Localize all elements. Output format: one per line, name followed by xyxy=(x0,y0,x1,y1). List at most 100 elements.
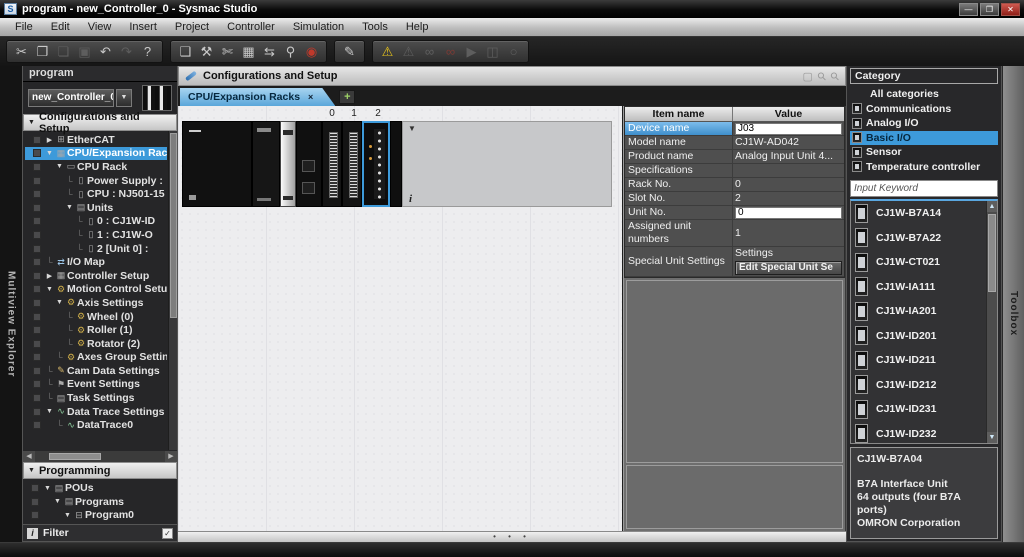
zoom-out-icon[interactable]: ⚲ xyxy=(828,69,843,84)
power-supply-unit[interactable] xyxy=(182,121,252,207)
undo-icon[interactable]: ↶ xyxy=(95,41,116,62)
category-sensor[interactable]: Sensor xyxy=(850,145,998,160)
edit-special-unit-settings-button[interactable]: Edit Special Unit Se xyxy=(735,261,842,275)
cut-icon[interactable]: ✂ xyxy=(11,41,32,62)
property-row-specifications[interactable]: Specifications xyxy=(625,164,844,178)
scrollbar-thumb[interactable] xyxy=(170,133,177,318)
property-row-product-name[interactable]: Product nameAnalog Input Unit 4... xyxy=(625,150,844,164)
collapse-arrow-icon[interactable]: ▼ xyxy=(44,150,55,157)
tree-item-program0[interactable]: ▼⊟Program0 xyxy=(23,508,177,522)
collapse-arrow-icon[interactable]: ▼ xyxy=(54,163,65,170)
module-cj1w-ct021[interactable]: CJ1W-CT021 xyxy=(851,250,985,275)
tree-item-roller-1[interactable]: └⚙Roller (1) xyxy=(25,323,167,337)
module-cj1w-b7a14[interactable]: CJ1W-B7A14 xyxy=(851,201,985,226)
tree-item-datatrace0[interactable]: └∿DataTrace0 xyxy=(25,418,167,432)
search-icon[interactable]: ⚲ xyxy=(280,41,301,62)
module-list-scrollbar[interactable]: ▲ ▼ xyxy=(986,201,997,443)
tree-horizontal-scrollbar[interactable]: ◀ ▶ xyxy=(23,451,177,462)
tree-item-cpu-expansion-racks[interactable]: ▼▦CPU/Expansion Racks xyxy=(25,147,167,161)
section-programming[interactable]: ▼ Programming xyxy=(23,462,177,479)
minimize-button[interactable]: — xyxy=(959,3,978,16)
tree-item-cpu-rack[interactable]: ▼▭CPU Rack xyxy=(25,160,167,174)
collapse-arrow-icon[interactable]: ▼ xyxy=(44,408,55,415)
tree-item-axes-group-settin[interactable]: └⚙Axes Group Settin xyxy=(25,351,167,365)
scroll-right-icon[interactable]: ▶ xyxy=(165,451,177,462)
controller-selector[interactable]: new_Controller_0 xyxy=(28,89,114,107)
collapse-arrow-icon[interactable]: ▼ xyxy=(42,485,53,492)
scroll-up-icon[interactable]: ▲ xyxy=(987,201,997,212)
property-row-slot-no[interactable]: Slot No.2 xyxy=(625,192,844,206)
filter-edit-icon[interactable]: ✓ xyxy=(162,528,173,539)
export-icon[interactable]: ❑ xyxy=(175,41,196,62)
module-cj1w-id212[interactable]: CJ1W-ID212 xyxy=(851,373,985,398)
property-row-special-unit-settings[interactable]: Special Unit SettingsSettingsEdit Specia… xyxy=(625,247,844,277)
property-row-unit-no[interactable]: Unit No. xyxy=(625,206,844,220)
scroll-left-icon[interactable]: ◀ xyxy=(23,451,35,462)
tree-item-1-cj1w-o[interactable]: └▯1 : CJ1W-O xyxy=(25,228,167,242)
collapse-arrow-icon[interactable]: ▼ xyxy=(62,512,73,519)
edit-unit-icon[interactable]: ✎ xyxy=(339,41,360,62)
fit-view-icon[interactable]: ▢ xyxy=(802,70,812,83)
simulation-stop-icon[interactable]: ○ xyxy=(503,41,524,62)
module-cj1w-id231[interactable]: CJ1W-ID231 xyxy=(851,397,985,422)
tree-item-motion-control-setup[interactable]: ▼⚙Motion Control Setup xyxy=(25,283,167,297)
serial-comm-icon[interactable]: ⇆ xyxy=(259,41,280,62)
paste-icon[interactable]: ❏ xyxy=(53,41,74,62)
controller-selector-arrow-icon[interactable]: ▼ xyxy=(116,89,132,107)
unit-slot-1[interactable] xyxy=(342,121,362,207)
tree-item-ethercat[interactable]: ▶⊞EtherCAT xyxy=(25,133,167,147)
io-unit-ports[interactable] xyxy=(296,121,322,207)
module-cj1w-id232[interactable]: CJ1W-ID232 xyxy=(851,422,985,444)
tree-item-rotator-2[interactable]: └⚙Rotator (2) xyxy=(25,337,167,351)
scrollbar-thumb[interactable] xyxy=(49,453,101,460)
keyword-search-input[interactable] xyxy=(850,180,998,197)
collapse-arrow-icon[interactable]: ▼ xyxy=(44,286,55,293)
tree-item-power-supply[interactable]: └▯Power Supply : xyxy=(25,174,167,188)
add-tab-button[interactable]: + xyxy=(339,90,355,104)
tree-item-programs[interactable]: ▼▤Programs xyxy=(23,495,177,509)
collapse-arrow-icon[interactable]: ▼ xyxy=(52,498,63,505)
variable-icon[interactable]: ✄ xyxy=(217,41,238,62)
module-cj1w-ia111[interactable]: CJ1W-IA111 xyxy=(851,275,985,300)
tree-item-task-settings[interactable]: └▤Task Settings xyxy=(25,391,167,405)
close-button[interactable]: ✕ xyxy=(1001,3,1020,16)
category-all-categories[interactable]: All categories xyxy=(850,87,998,102)
cpu-unit[interactable] xyxy=(252,121,280,207)
zoom-in-icon[interactable]: ⚲ xyxy=(814,69,829,84)
tab-cpu-expansion-racks[interactable]: CPU/Expansion Racks × xyxy=(180,88,335,106)
end-cover[interactable] xyxy=(390,121,402,207)
build-icon[interactable]: ⚒ xyxy=(196,41,217,62)
cpu-unit-face[interactable] xyxy=(280,121,296,207)
tree-item-data-trace-settings[interactable]: ▼∿Data Trace Settings xyxy=(25,405,167,419)
category-analog-i-o[interactable]: Analog I/O xyxy=(850,116,998,131)
tree-item-controller-setup[interactable]: ▶▦Controller Setup xyxy=(25,269,167,283)
toolbox-strip[interactable]: Toolbox xyxy=(1002,66,1024,542)
scroll-down-icon[interactable]: ▼ xyxy=(987,432,997,443)
scrollbar-thumb[interactable] xyxy=(988,214,996,292)
tree-item-pous[interactable]: ▼▤POUs xyxy=(23,481,177,495)
bottom-collapse-handle[interactable]: • • • xyxy=(178,531,846,542)
category-temperature-controller[interactable]: Temperature controller xyxy=(850,160,998,175)
tree-item-i-o-map[interactable]: └⇄I/O Map xyxy=(25,255,167,269)
section-configurations-and-setup[interactable]: ▼ Configurations and Setup xyxy=(23,114,177,131)
simulation-pause-icon[interactable]: ◫ xyxy=(482,41,503,62)
expand-arrow-icon[interactable]: ▶ xyxy=(44,272,55,280)
restore-button[interactable]: ❐ xyxy=(980,3,999,16)
tree-item-cam-data-settings[interactable]: └✎Cam Data Settings xyxy=(25,364,167,378)
unit-slot-0[interactable] xyxy=(322,121,342,207)
module-cj1w-id211[interactable]: CJ1W-ID211 xyxy=(851,348,985,373)
rack-expand-icon[interactable]: ▼ xyxy=(408,124,416,133)
menu-project[interactable]: Project xyxy=(166,18,218,36)
check-program-icon[interactable]: ∞ xyxy=(419,41,440,62)
property-input-unit-no[interactable] xyxy=(735,207,842,219)
menu-insert[interactable]: Insert xyxy=(120,18,166,36)
help-icon[interactable]: ? xyxy=(137,41,158,62)
property-row-model-name[interactable]: Model nameCJ1W-AD042 xyxy=(625,136,844,150)
category-communications[interactable]: Communications xyxy=(850,102,998,117)
tree-item-wheel-0[interactable]: └⚙Wheel (0) xyxy=(25,310,167,324)
tree-vertical-scrollbar[interactable] xyxy=(168,131,177,450)
menu-help[interactable]: Help xyxy=(397,18,438,36)
filter-bar[interactable]: i Filter ✓ xyxy=(23,524,177,541)
tree-item-2-unit-0[interactable]: └▯2 [Unit 0] : xyxy=(25,242,167,256)
tree-item-0-cj1w-id[interactable]: └▯0 : CJ1W-ID xyxy=(25,215,167,229)
